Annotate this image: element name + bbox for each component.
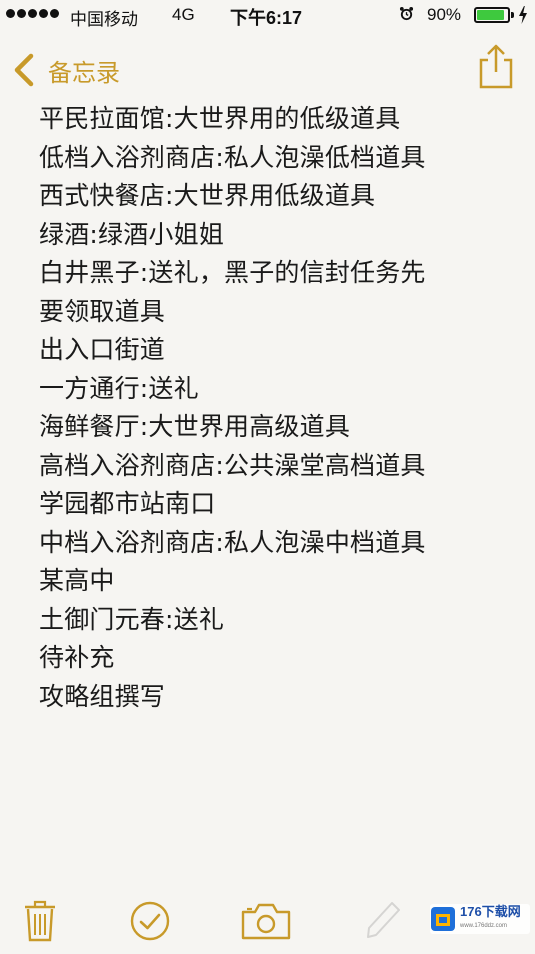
watermark-title: 176下载网 bbox=[460, 904, 521, 919]
back-button[interactable]: 备忘录 bbox=[12, 50, 120, 90]
battery-percent: 90% bbox=[427, 5, 462, 24]
note-line[interactable]: 要领取道具 bbox=[39, 293, 509, 332]
note-body[interactable]: 平民拉面馆:大世界用的低级道具 低档入浴剂商店:私人泡澡低档道具 西式快餐店:大世界… bbox=[39, 100, 509, 716]
checkmark-icon[interactable] bbox=[129, 900, 171, 942]
chevron-left-icon bbox=[14, 53, 34, 87]
compose-icon[interactable] bbox=[364, 898, 404, 940]
battery-level-fill bbox=[477, 10, 504, 20]
watermark-url: www.176ddz.com bbox=[460, 923, 508, 929]
note-line[interactable]: 西式快餐店:大世界用低级道具 bbox=[39, 177, 509, 216]
network-type: 4G bbox=[172, 5, 195, 24]
battery-icon bbox=[474, 7, 510, 23]
note-line[interactable]: 中档入浴剂商店:私人泡澡中档道具 bbox=[39, 524, 509, 563]
charging-bolt-icon bbox=[519, 6, 527, 24]
note-line[interactable]: 某高中 bbox=[39, 562, 509, 601]
watermark-logo: 176下载网 www.176ddz.com bbox=[430, 904, 530, 934]
signal-strength-icon bbox=[6, 9, 59, 18]
note-line[interactable]: 学园都市站南口 bbox=[39, 485, 509, 524]
camera-icon[interactable] bbox=[240, 902, 292, 940]
note-line[interactable]: 白井黑子:送礼，黑子的信封任务先 bbox=[39, 254, 509, 293]
site-logo-icon bbox=[431, 907, 455, 931]
note-line[interactable]: 攻略组撰写 bbox=[39, 678, 509, 717]
note-line[interactable]: 土御门元春:送礼 bbox=[39, 601, 509, 640]
status-bar: 中国移动 4G 下午6:17 90% bbox=[0, 0, 535, 32]
note-line[interactable]: 绿酒:绿酒小姐姐 bbox=[39, 216, 509, 255]
alarm-clock-icon bbox=[399, 6, 414, 21]
note-line[interactable]: 一方通行:送礼 bbox=[39, 370, 509, 409]
note-line[interactable]: 出入口街道 bbox=[39, 331, 509, 370]
note-line[interactable]: 平民拉面馆:大世界用的低级道具 bbox=[39, 100, 509, 139]
watermark-text: 176下载网 www.176ddz.com bbox=[460, 905, 521, 933]
note-line[interactable]: 待补充 bbox=[39, 639, 509, 678]
note-line[interactable]: 海鲜餐厅:大世界用高级道具 bbox=[39, 408, 509, 447]
note-line[interactable]: 高档入浴剂商店:公共澡堂高档道具 bbox=[39, 447, 509, 486]
status-time: 下午6:17 bbox=[230, 8, 303, 28]
trash-icon[interactable] bbox=[22, 898, 58, 942]
back-button-label: 备忘录 bbox=[48, 58, 120, 87]
battery-tip bbox=[511, 12, 514, 18]
share-icon[interactable] bbox=[476, 42, 516, 90]
carrier-name: 中国移动 bbox=[70, 10, 138, 29]
note-line[interactable]: 低档入浴剂商店:私人泡澡低档道具 bbox=[39, 139, 509, 178]
